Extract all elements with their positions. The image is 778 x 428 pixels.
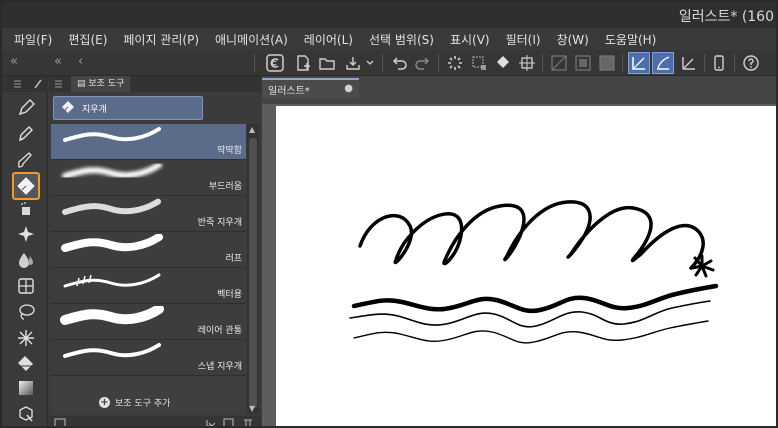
scroll-down-icon[interactable]: ▼ bbox=[249, 404, 255, 413]
brush-item[interactable]: 벡터용 bbox=[51, 268, 246, 304]
command-bar-divider bbox=[254, 54, 255, 72]
fill-tool-icon[interactable] bbox=[14, 352, 38, 376]
document-tab-label: 일러스트* bbox=[268, 86, 310, 97]
subtool-panel: ▤ 보조 도구 지우개 딱딱함 부드러움 반죽 지우개 러프 벡터용 레이어 관… bbox=[49, 76, 262, 426]
brush-list: 딱딱함 부드러움 반죽 지우개 러프 벡터용 레이어 관통 스냅 지우개 bbox=[51, 124, 246, 414]
brush-name: 러프 bbox=[225, 254, 242, 264]
smartphone-icon[interactable] bbox=[708, 52, 730, 74]
figure-tool-icon[interactable] bbox=[14, 274, 38, 298]
command-bar-divider bbox=[542, 54, 543, 72]
brush-item[interactable]: 딱딱함 bbox=[51, 124, 246, 160]
selection-clear-icon[interactable] bbox=[572, 52, 594, 74]
canvas-area: 일러스트* ● bbox=[262, 76, 776, 426]
menu-edit[interactable]: 편집(E) bbox=[68, 31, 107, 48]
brush-name: 딱딱함 bbox=[217, 146, 242, 156]
subtool-footer bbox=[49, 416, 262, 426]
open-folder-icon[interactable] bbox=[316, 52, 338, 74]
add-icon: + bbox=[99, 397, 110, 408]
menu-bar: 파일(F) 편집(E) 페이지 관리(P) 애니메이션(A) 레이어(L) 선택… bbox=[2, 28, 776, 50]
app-window: 일러스트* (160 파일(F) 편집(E) 페이지 관리(P) 애니메이션(A… bbox=[0, 0, 778, 428]
selection-invert-icon[interactable] bbox=[596, 52, 618, 74]
command-bar-divider bbox=[704, 54, 705, 72]
airbrush-tool-icon[interactable] bbox=[14, 202, 38, 216]
menu-window[interactable]: 창(W) bbox=[557, 31, 589, 48]
brush-item[interactable]: 스냅 지우개 bbox=[51, 340, 246, 376]
new-file-icon[interactable] bbox=[292, 52, 314, 74]
brush-name: 벡터용 bbox=[217, 290, 242, 300]
collapse-panel-icon[interactable]: « bbox=[54, 54, 62, 69]
subtool-tab-label: 보조 도구 bbox=[88, 79, 125, 89]
crop-icon[interactable] bbox=[468, 52, 490, 74]
chevron-left-icon[interactable]: ‹ bbox=[78, 54, 83, 69]
collapse-left-icon[interactable]: « bbox=[10, 54, 18, 69]
subtool-group-button[interactable]: 지우개 bbox=[53, 96, 203, 120]
menu-animation[interactable]: 애니메이션(A) bbox=[215, 31, 288, 48]
redo-icon[interactable] bbox=[412, 52, 434, 74]
window-title: 일러스트* (160 bbox=[678, 9, 774, 25]
menu-page[interactable]: 페이지 관리(P) bbox=[123, 31, 199, 48]
menu-filter[interactable]: 필터(I) bbox=[506, 31, 541, 48]
menu-selection[interactable]: 선택 범위(S) bbox=[369, 31, 434, 48]
command-bar-divider bbox=[382, 54, 383, 72]
pencil-tool-icon[interactable] bbox=[14, 122, 38, 146]
grid-snap-icon[interactable] bbox=[678, 52, 700, 74]
selection-hide-icon[interactable] bbox=[548, 52, 570, 74]
brush-list-scrollbar[interactable]: ▲ ▼ bbox=[247, 124, 259, 414]
canvas-paper[interactable] bbox=[276, 106, 776, 426]
brush-item[interactable]: 러프 bbox=[51, 232, 246, 268]
auto-select-icon[interactable] bbox=[14, 326, 38, 350]
eraser-tool-icon[interactable] bbox=[12, 172, 40, 200]
app-logo-icon[interactable] bbox=[264, 52, 286, 74]
special-ruler-snap-icon[interactable] bbox=[652, 52, 674, 74]
gradient-tool-icon[interactable] bbox=[14, 376, 38, 400]
scroll-up-icon[interactable]: ▲ bbox=[249, 125, 255, 134]
decoration-tool-icon[interactable] bbox=[14, 222, 38, 246]
document-close-dot[interactable]: ● bbox=[344, 83, 353, 94]
undo-icon[interactable] bbox=[388, 52, 410, 74]
fill-bucket-icon[interactable] bbox=[492, 52, 514, 74]
brush-name: 부드러움 bbox=[208, 182, 242, 192]
title-bar: 일러스트* (160 bbox=[2, 2, 776, 28]
eraser-icon bbox=[62, 101, 74, 113]
brush-item[interactable]: 반죽 지우개 bbox=[51, 196, 246, 232]
document-tab[interactable]: 일러스트* ● bbox=[262, 78, 359, 98]
drawing-strokes bbox=[344, 166, 724, 376]
lasso-select-icon[interactable] bbox=[14, 300, 38, 324]
command-bar-divider bbox=[622, 54, 623, 72]
brush-name: 레이어 관통 bbox=[197, 326, 242, 336]
scrollbar-thumb[interactable] bbox=[249, 138, 257, 408]
menu-file[interactable]: 파일(F) bbox=[14, 31, 52, 48]
brush-item[interactable]: 부드러움 bbox=[51, 160, 246, 196]
ruler-snap-icon[interactable] bbox=[628, 52, 650, 74]
tool-palette bbox=[2, 76, 48, 426]
chevron-down-icon[interactable] bbox=[364, 52, 376, 74]
pen-tool-icon[interactable] bbox=[14, 96, 38, 120]
transform-icon[interactable] bbox=[516, 52, 538, 74]
menu-view[interactable]: 표시(V) bbox=[450, 31, 490, 48]
subtool-tab-icon: ▤ bbox=[77, 79, 89, 89]
brush-name: 스냅 지우개 bbox=[197, 362, 242, 372]
brush-item[interactable]: 레이어 관통 bbox=[51, 304, 246, 340]
blend-tool-icon[interactable] bbox=[14, 248, 38, 272]
object-select-icon[interactable] bbox=[14, 402, 38, 426]
loading-icon[interactable] bbox=[444, 52, 466, 74]
command-bar-divider bbox=[734, 54, 735, 72]
add-subtool-label: 보조 도구 추가 bbox=[115, 399, 171, 409]
help-icon[interactable] bbox=[740, 52, 762, 74]
menu-layer[interactable]: 레이어(L) bbox=[304, 31, 353, 48]
subtool-tab-title[interactable]: ▤ 보조 도구 bbox=[71, 76, 131, 92]
brush-name: 반죽 지우개 bbox=[197, 218, 242, 228]
command-bar: « « ‹ bbox=[2, 50, 776, 76]
menu-help[interactable]: 도움말(H) bbox=[605, 31, 657, 48]
add-subtool-button[interactable]: + 보조 도구 추가 bbox=[99, 396, 170, 409]
subtool-group-label: 지우개 bbox=[82, 104, 107, 115]
tool-palette-header bbox=[2, 76, 48, 92]
save-icon[interactable] bbox=[342, 52, 364, 74]
command-bar-divider bbox=[438, 54, 439, 72]
brush-tool-icon[interactable] bbox=[14, 148, 38, 172]
